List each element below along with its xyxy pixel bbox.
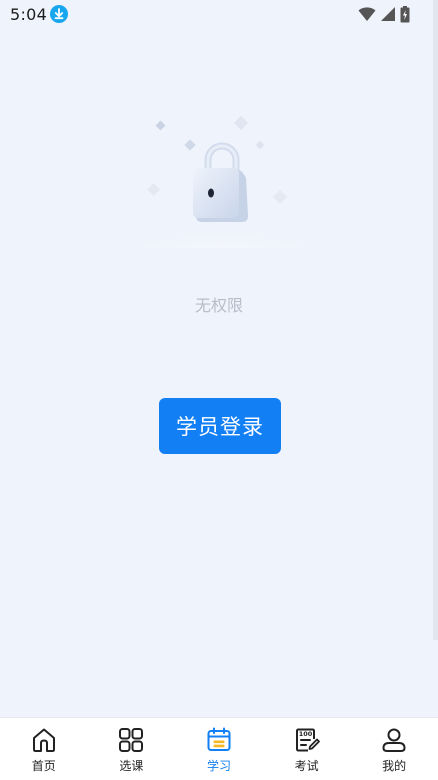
exam-icon: 100 (295, 728, 320, 752)
svg-text:100: 100 (298, 730, 312, 738)
nav-label-home: 首页 (31, 759, 56, 773)
download-icon (50, 5, 68, 23)
lock-illustration (120, 115, 320, 248)
wifi-icon (358, 7, 376, 21)
nav-item-mine[interactable]: 我的 (350, 718, 438, 780)
battery-icon (400, 5, 410, 22)
nav-item-home[interactable]: 首页 (0, 718, 88, 780)
home-icon (32, 728, 55, 752)
nav-label-study: 学习 (206, 759, 231, 773)
scrollbar-track[interactable] (433, 0, 438, 640)
nav-item-exam[interactable]: 100 考试 (263, 718, 351, 780)
nav-item-study[interactable]: 学习 (175, 718, 263, 780)
bottom-nav: 首页 选课 学习 100 考试 我的 (0, 717, 438, 780)
calendar-icon (207, 727, 231, 751)
nav-label-courses: 选课 (119, 759, 144, 773)
user-icon (382, 728, 406, 752)
student-login-button[interactable]: 学员登录 (159, 398, 281, 454)
nav-label-exam: 考试 (294, 759, 319, 773)
no-permission-text: 无权限 (194, 296, 243, 315)
grid-icon (119, 728, 144, 752)
nav-item-courses[interactable]: 选课 (88, 718, 176, 780)
nav-label-mine: 我的 (382, 759, 407, 773)
status-bar: 5:04 (0, 0, 438, 30)
status-time: 5:04 (10, 5, 48, 24)
signal-icon (381, 7, 395, 21)
